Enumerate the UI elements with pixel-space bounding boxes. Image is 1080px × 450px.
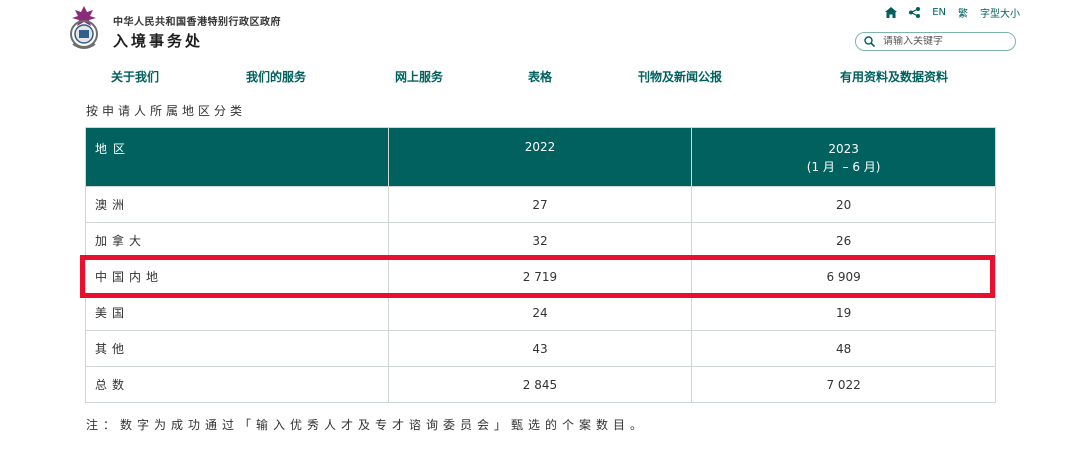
top-tools: EN 繁 字型大小	[885, 5, 1020, 20]
table-header-row: 地区 2022 2023 (1 月 – 6 月)	[85, 127, 996, 187]
header-2023: 2023 (1 月 – 6 月)	[691, 127, 996, 187]
table-row: 美国 24 19	[85, 294, 996, 331]
table-row: 其他 43 48	[85, 330, 996, 367]
row-value-2023: 20	[691, 186, 996, 223]
home-icon[interactable]	[885, 7, 898, 18]
row-value-2023: 19	[691, 294, 996, 331]
row-region: 澳洲	[85, 186, 389, 223]
nav-item-publications-press[interactable]: 刊物及新闻公报	[638, 68, 722, 85]
row-value-2023: 7 022	[691, 366, 996, 403]
row-value-2022: 27	[387, 186, 693, 223]
row-region: 其他	[85, 330, 389, 367]
row-value-2023: 26	[691, 222, 996, 259]
search-icon[interactable]	[864, 36, 875, 47]
department-title[interactable]: 入境事务处	[113, 30, 203, 51]
row-region: 美国	[85, 294, 389, 331]
row-value-2022: 24	[387, 294, 693, 331]
table-footnote: 注：数字为成功通过「输入优秀人才及专才谘询委员会」甄选的个案数目。	[86, 418, 648, 432]
table-row-total: 总数 2 845 7 022	[85, 366, 996, 403]
nav-item-useful-info[interactable]: 有用资料及数据资料	[840, 68, 948, 85]
row-value-2022: 43	[387, 330, 693, 367]
row-value-2023: 48	[691, 330, 996, 367]
header-region: 地区	[85, 127, 389, 187]
header-2023-period: (1 月 – 6 月)	[806, 160, 881, 174]
table-row: 澳洲 27 20	[85, 186, 996, 223]
language-traditional-link[interactable]: 繁	[958, 5, 968, 20]
row-value-2022: 32	[387, 222, 693, 259]
row-region: 总数	[85, 366, 389, 403]
highlight-annotation-box	[80, 255, 995, 298]
site-header: 中华人民共和国香港特别行政区政府 入境事务处 EN 繁 字型大小	[0, 0, 1080, 62]
nav-item-about-us[interactable]: 关于我们	[111, 68, 159, 85]
section-title: 按申请人所属地区分类	[86, 104, 247, 118]
search-input[interactable]	[883, 36, 1003, 47]
row-region: 加拿大	[85, 222, 389, 259]
share-icon[interactable]	[909, 7, 921, 18]
header-2023-year: 2023	[828, 142, 859, 156]
nav-item-online-services[interactable]: 网上服务	[395, 68, 443, 85]
row-value-2022: 2 845	[387, 366, 693, 403]
government-title: 中华人民共和国香港特别行政区政府	[113, 17, 281, 28]
nav-item-forms[interactable]: 表格	[528, 68, 552, 85]
search-box	[855, 32, 1016, 51]
header-2022: 2022	[387, 127, 693, 187]
immigration-emblem-icon[interactable]	[64, 4, 104, 52]
main-nav: 关于我们 我们的服务 网上服务 表格 刊物及新闻公报 有用资料及数据资料	[0, 68, 1080, 88]
font-size-link[interactable]: 字型大小	[980, 5, 1020, 20]
nav-item-our-services[interactable]: 我们的服务	[246, 68, 306, 85]
table-row: 加拿大 32 26	[85, 222, 996, 259]
language-en-link[interactable]: EN	[932, 7, 946, 18]
